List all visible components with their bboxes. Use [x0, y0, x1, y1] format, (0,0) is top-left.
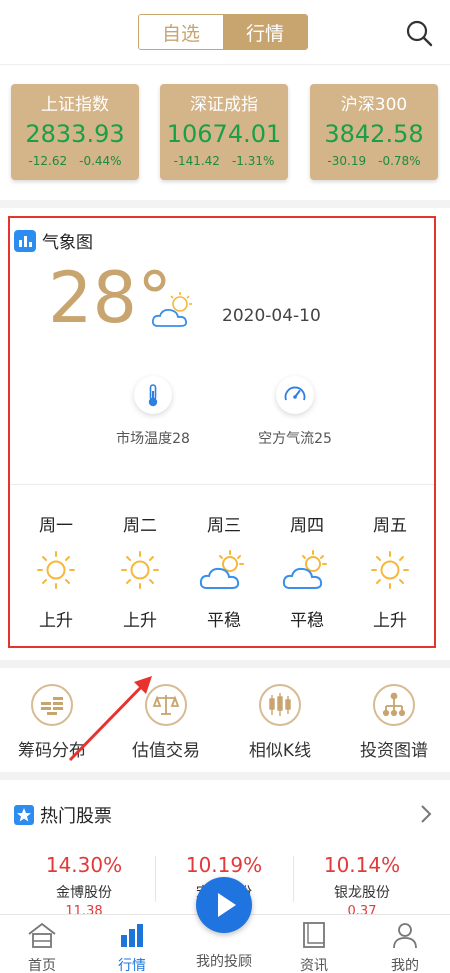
section-separator [0, 200, 450, 208]
forecast-day: 周五 上升 [360, 514, 420, 631]
index-pct: -1.31% [231, 154, 275, 168]
day-status: 上升 [123, 611, 157, 631]
header-divider [0, 64, 450, 65]
day-name: 周五 [373, 516, 407, 536]
stock-pct: 10.14% [323, 853, 401, 877]
hot-stock[interactable]: 14.30% 金博股份 11.38 [14, 852, 154, 919]
section-separator [0, 772, 450, 780]
index-pct: -0.78% [378, 154, 421, 168]
index-name: 上证指数 [41, 95, 109, 115]
nav-news[interactable]: 资讯 [269, 915, 359, 973]
weather-chart-icon [14, 229, 36, 252]
candlestick-icon [259, 684, 301, 726]
section-separator [0, 660, 450, 668]
index-name: 沪深300 [340, 95, 408, 115]
nav-label: 我的投顾 [196, 954, 252, 970]
bear-airflow[interactable]: 空方气流25 [248, 376, 342, 448]
cloud-sun-icon [151, 292, 192, 327]
tab-switcher: 自选 行情 [138, 14, 308, 50]
stock-name: 金博股份 [56, 885, 112, 901]
market-icon [121, 924, 143, 947]
chevron-right-icon[interactable] [418, 804, 434, 824]
index-card-hs300[interactable]: 沪深300 3842.58 -30.19 -0.78% [310, 84, 438, 180]
hot-stocks-title: 热门股票 [14, 802, 112, 828]
thermometer-icon [134, 376, 172, 414]
day-name: 周三 [207, 516, 241, 536]
forecast-day: 周二 上升 [110, 514, 170, 631]
tool-label: 相似K线 [248, 741, 312, 761]
tab-market[interactable]: 行情 [223, 15, 307, 49]
nav-label: 首页 [28, 958, 56, 973]
nav-label: 行情 [118, 958, 146, 973]
tab-watchlist[interactable]: 自选 [139, 15, 223, 49]
gauge-icon [276, 376, 314, 414]
stock-pct: 14.30% [45, 853, 123, 877]
profile-icon [393, 923, 417, 949]
market-temperature-label: 市场温度28 [116, 431, 190, 447]
cloud-sun-icon [199, 550, 244, 589]
index-change: -12.62 [28, 154, 68, 168]
tool-similar-kline[interactable]: 相似K线 [225, 684, 335, 761]
tool-label: 投资图谱 [360, 741, 428, 761]
weather-title-text: 气象图 [42, 233, 93, 253]
hot-stocks-title-text: 热门股票 [40, 806, 112, 827]
header: 自选 行情 [0, 0, 450, 64]
play-icon [218, 893, 236, 917]
forecast-day: 周一 上升 [26, 514, 86, 631]
index-card-sz[interactable]: 深证成指 10674.01 -141.42 -1.31% [160, 84, 288, 180]
index-pct: -0.44% [79, 154, 122, 168]
tool-investment-graph[interactable]: 投资图谱 [339, 684, 449, 761]
index-change: -141.42 [173, 154, 220, 168]
hot-stock[interactable]: 10.14% 银龙股份 0.37 [292, 852, 432, 919]
day-status: 上升 [39, 611, 73, 631]
stock-pct: 10.19% [185, 853, 263, 877]
sun-icon [371, 551, 409, 589]
nav-profile[interactable]: 我的 [360, 915, 450, 973]
day-status: 平稳 [290, 611, 324, 631]
index-change: -30.19 [327, 154, 367, 168]
stock-name: 银龙股份 [334, 885, 390, 901]
cloud-sun-icon [282, 550, 327, 589]
news-icon [303, 922, 325, 948]
index-name: 深证成指 [190, 95, 258, 115]
day-status: 平稳 [207, 611, 241, 631]
day-name: 周四 [290, 516, 324, 536]
index-value: 10674.01 [166, 120, 282, 148]
nav-market[interactable]: 行情 [87, 915, 177, 973]
index-card-sh[interactable]: 上证指数 2833.93 -12.62 -0.44% [11, 84, 139, 180]
search-icon[interactable] [404, 18, 434, 48]
weather-title: 气象图 [14, 228, 93, 253]
sun-icon [37, 551, 75, 589]
home-icon [28, 922, 56, 948]
nav-home[interactable]: 首页 [0, 915, 87, 973]
star-badge-icon [14, 805, 34, 825]
day-name: 周二 [123, 516, 157, 536]
weather-divider [10, 484, 434, 485]
nav-label: 我的 [391, 958, 419, 973]
app-page: 自选 行情 上证指数 2833.93 -12.62 -0.44% 深证成指 10… [0, 0, 450, 973]
sun-icon [121, 551, 159, 589]
annotation-arrow [68, 676, 152, 762]
forecast-day: 周四 平稳 [277, 514, 337, 631]
index-cards: 上证指数 2833.93 -12.62 -0.44% 深证成指 10674.01… [0, 84, 450, 180]
index-value: 3842.58 [324, 120, 424, 148]
forecast-day: 周三 平稳 [194, 514, 254, 631]
index-value: 2833.93 [25, 120, 125, 148]
market-temperature[interactable]: 市场温度28 [108, 376, 198, 448]
tree-icon [373, 684, 415, 726]
day-name: 周一 [39, 516, 73, 536]
nav-label: 资讯 [300, 958, 328, 973]
weather-date: 2020-04-10 [222, 306, 321, 326]
bear-airflow-label: 空方气流25 [258, 431, 332, 447]
day-status: 上升 [373, 611, 407, 631]
play-button[interactable] [196, 877, 252, 933]
